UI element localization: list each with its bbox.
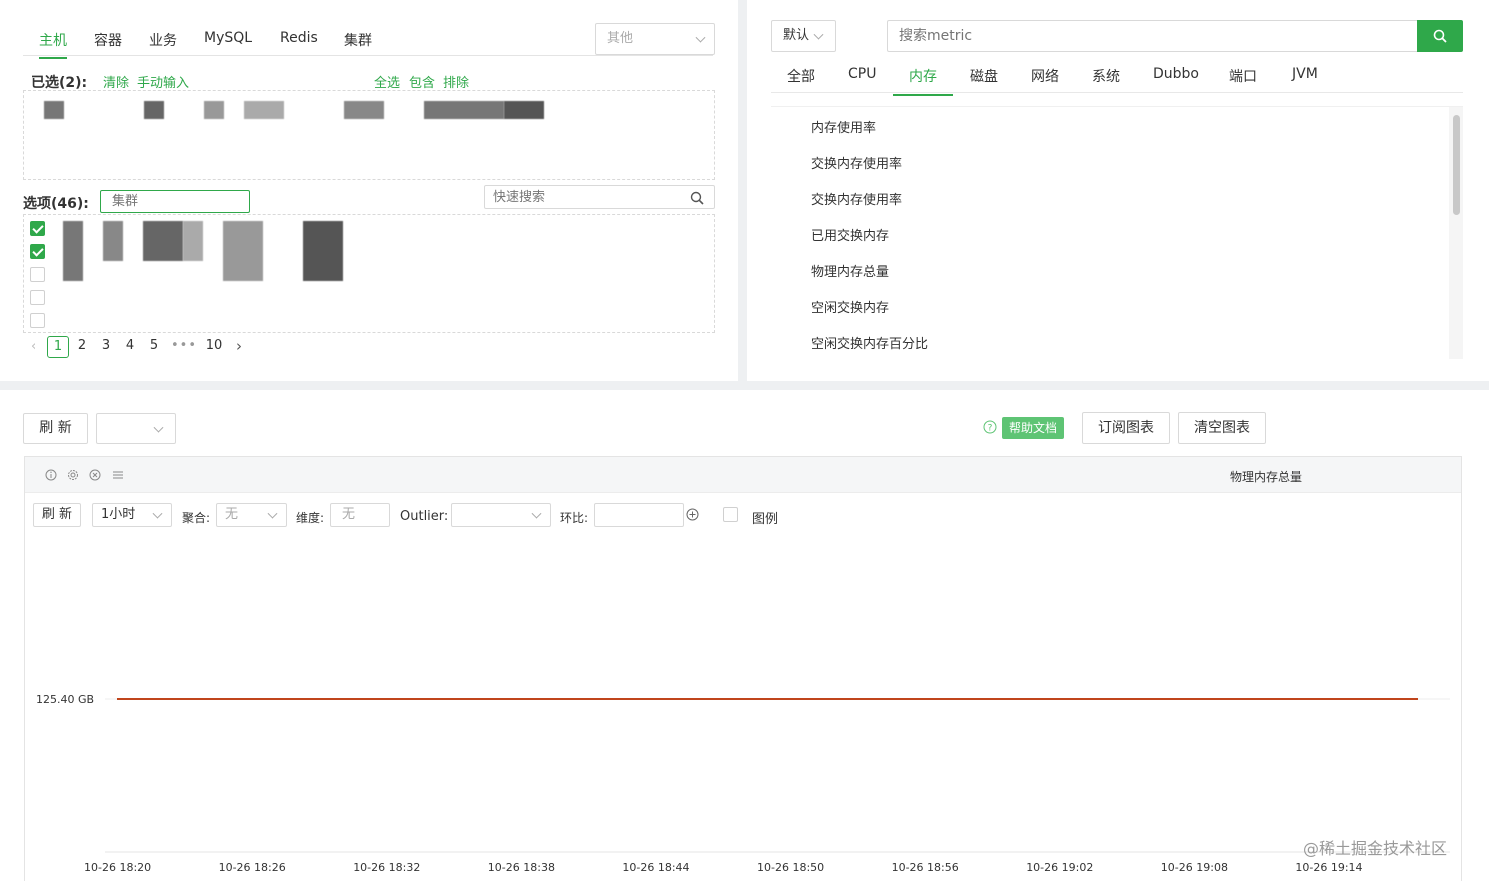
x-tick-label: 10-26 18:20 (84, 861, 151, 874)
clear-link[interactable]: 清除 (103, 72, 129, 91)
redacted-block (143, 221, 183, 261)
redacted-block (223, 221, 263, 281)
option-checkbox[interactable] (30, 221, 45, 236)
page-4[interactable]: 4 (119, 336, 141, 358)
metric-item[interactable]: 内存使用率 (811, 117, 876, 136)
x-tick-label: 10-26 18:38 (488, 861, 555, 874)
chevron-down-icon (695, 32, 706, 43)
other-select[interactable]: 其他 (595, 23, 715, 55)
redacted-block (344, 101, 384, 119)
x-tick-label: 10-26 19:14 (1295, 861, 1362, 874)
metric-item[interactable]: 空闲交换内存 (811, 297, 889, 316)
metric-search-button[interactable] (1417, 20, 1463, 52)
quick-search-box (484, 185, 715, 209)
include-link[interactable]: 包含 (409, 72, 435, 91)
other-select-value: 其他 (607, 31, 634, 46)
line-chart: 125.40 GB 10-26 18:20 10-26 18:26 10-26 18:… (36, 693, 1450, 874)
host-selector-panel: 主机 容器 业务 MySQL Redis 集群 其他 已选(2): 清除 手动输… (0, 0, 738, 381)
tab-mysql[interactable]: MySQL (204, 30, 252, 53)
page-5[interactable]: 5 (143, 336, 165, 358)
chart-panel: 刷 新 ? 帮助文档 订阅图表 清空图表 物理内存总量 刷 新 1小时 聚合: … (0, 390, 1489, 881)
page-1[interactable]: 1 (47, 336, 69, 358)
default-select[interactable]: 默认 (771, 20, 836, 52)
next-page-icon[interactable]: › (236, 337, 242, 355)
metric-item[interactable]: 已用交换内存 (811, 225, 889, 244)
tab-redis[interactable]: Redis (280, 30, 318, 53)
redacted-block (183, 221, 203, 261)
search-icon[interactable] (690, 191, 704, 205)
redacted-block (63, 221, 83, 281)
metric-item[interactable]: 空闲交换内存百分比 (811, 333, 928, 352)
watermark: @稀土掘金技术社区 (1303, 839, 1448, 858)
option-checkbox[interactable] (30, 267, 45, 282)
metric-selector-panel: 默认 全部 CPU 内存 磁盘 网络 系统 Dubbo 端口 JVM 内存使用率… (747, 0, 1489, 381)
option-checkbox[interactable] (30, 290, 45, 305)
redacted-block (103, 221, 123, 261)
x-tick-label: 10-26 18:26 (219, 861, 286, 874)
redacted-block (44, 101, 64, 119)
selected-count-label: 已选(2): (31, 75, 88, 91)
manual-input-link[interactable]: 手动输入 (137, 72, 189, 91)
metric-list: 内存使用率 交换内存使用率 交换内存使用率 已用交换内存 物理内存总量 空闲交换… (771, 106, 1463, 359)
metric-item[interactable]: 交换内存使用率 (811, 189, 902, 208)
quick-search-input[interactable] (485, 186, 685, 208)
tab-cpu[interactable]: CPU (832, 66, 892, 90)
x-tick-label: 10-26 18:32 (353, 861, 420, 874)
x-tick-label: 10-26 18:44 (622, 861, 689, 874)
tab-dubbo[interactable]: Dubbo (1137, 66, 1215, 90)
chevron-down-icon (813, 29, 824, 40)
tab-jvm[interactable]: JVM (1276, 66, 1334, 90)
x-tick-label: 10-26 19:08 (1161, 861, 1228, 874)
select-all-link[interactable]: 全选 (374, 72, 400, 91)
x-tick-label: 10-26 18:50 (757, 861, 824, 874)
redacted-block (144, 101, 164, 119)
redacted-block (424, 101, 504, 119)
scrollbar-thumb[interactable] (1453, 115, 1460, 215)
options-count-label: 选项(46): (23, 196, 89, 212)
tab-container[interactable]: 容器 (94, 30, 122, 57)
page-ellipsis[interactable]: ••• (171, 336, 197, 358)
option-checkbox[interactable] (30, 244, 45, 259)
prev-page-icon[interactable]: ‹ (31, 339, 36, 354)
x-tick-label: 10-26 19:02 (1026, 861, 1093, 874)
page-10[interactable]: 10 (203, 336, 225, 358)
metric-item[interactable]: 交换内存使用率 (811, 153, 902, 172)
x-tick-label: 10-26 18:56 (892, 861, 959, 874)
tab-system[interactable]: 系统 (1076, 66, 1136, 94)
options-list (23, 214, 715, 333)
tab-business[interactable]: 业务 (149, 30, 177, 57)
metric-item[interactable]: 物理内存总量 (811, 261, 889, 280)
exclude-link[interactable]: 排除 (443, 72, 469, 91)
default-select-value: 默认 (783, 28, 810, 43)
metric-search-input[interactable] (887, 20, 1418, 52)
cluster-filter-input[interactable] (100, 190, 250, 213)
page-3[interactable]: 3 (95, 336, 117, 358)
tab-host[interactable]: 主机 (39, 30, 67, 59)
option-checkbox[interactable] (30, 313, 45, 328)
redacted-block (504, 101, 544, 119)
tab-memory[interactable]: 内存 (893, 66, 953, 96)
tab-cluster[interactable]: 集群 (344, 30, 372, 57)
page-2[interactable]: 2 (71, 336, 93, 358)
tab-port[interactable]: 端口 (1213, 66, 1273, 94)
search-icon (1433, 29, 1447, 43)
metric-scrollbar[interactable] (1449, 107, 1463, 359)
tab-all[interactable]: 全部 (771, 66, 831, 94)
tab-disk[interactable]: 磁盘 (954, 66, 1014, 94)
redacted-block (303, 221, 343, 281)
selected-hosts-box (23, 90, 715, 180)
tab-network[interactable]: 网络 (1015, 66, 1075, 94)
redacted-block (204, 101, 224, 119)
y-tick-label: 125.40 GB (36, 693, 94, 706)
redacted-block (244, 101, 284, 119)
